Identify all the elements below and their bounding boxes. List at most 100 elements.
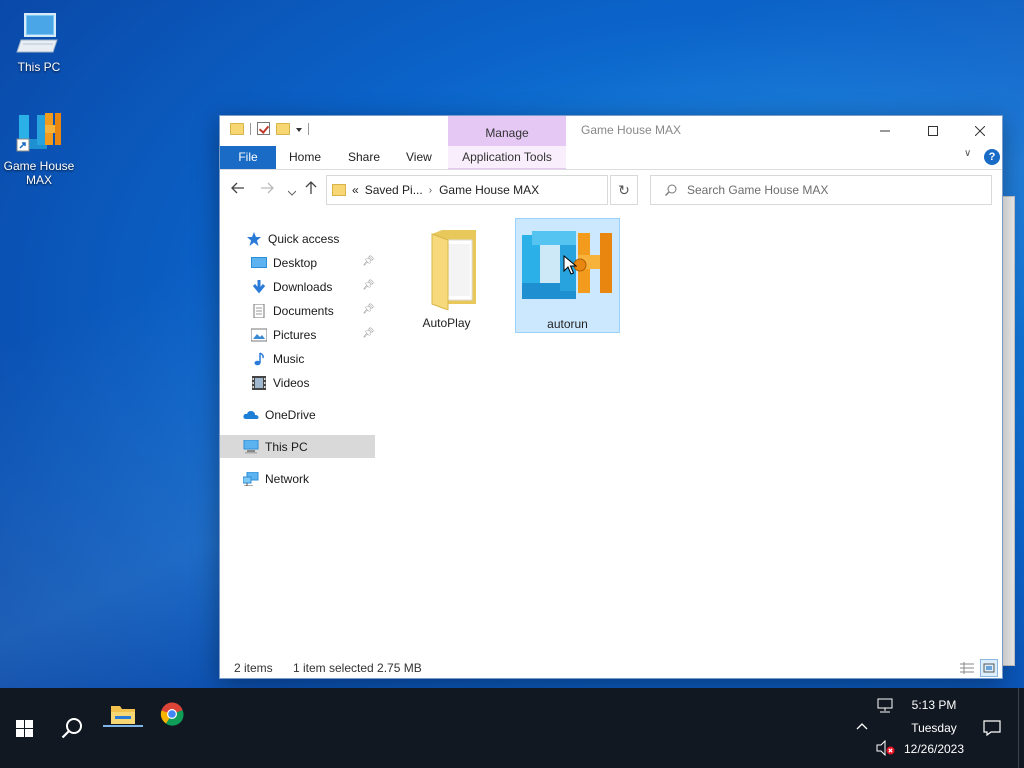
- quick-access-toolbar: [230, 122, 309, 135]
- help-button[interactable]: ?: [984, 149, 1000, 165]
- taskbar-file-explorer[interactable]: [100, 674, 146, 754]
- nav-pictures[interactable]: Pictures 📌︎: [220, 323, 376, 346]
- forward-button[interactable]: [260, 181, 274, 197]
- nav-label: Network: [265, 471, 310, 486]
- show-desktop-button[interactable]: [1018, 688, 1019, 768]
- divider: [250, 122, 251, 135]
- nav-label: This PC: [265, 439, 308, 454]
- clock-day[interactable]: Tuesday: [898, 721, 970, 735]
- network-status-button[interactable]: [876, 698, 894, 717]
- arrow-left-icon: [231, 182, 244, 194]
- address-bar[interactable]: « Saved Pi... › Game House MAX: [326, 175, 702, 205]
- nav-documents[interactable]: Documents 📌︎: [220, 299, 376, 322]
- tab-view[interactable]: View: [406, 150, 432, 164]
- arrow-up-icon: [305, 181, 317, 194]
- nav-label: Music: [273, 351, 305, 366]
- maximize-button[interactable]: [910, 116, 956, 145]
- star-icon: [247, 231, 261, 246]
- nav-quick-access[interactable]: Quick access: [220, 227, 376, 250]
- network-icon: [243, 471, 259, 486]
- file-item-label: AutoPlay: [422, 316, 471, 330]
- up-button[interactable]: [305, 181, 317, 198]
- nav-music[interactable]: Music: [220, 347, 376, 370]
- active-app-indicator: [103, 725, 143, 727]
- tab-application-tools[interactable]: Application Tools: [448, 146, 566, 169]
- nav-label: Pictures: [273, 327, 317, 342]
- back-button[interactable]: [231, 181, 245, 197]
- pin-icon: 📌︎: [362, 304, 375, 315]
- nav-label: OneDrive: [265, 407, 316, 422]
- details-view-button[interactable]: [958, 659, 976, 677]
- clock-date[interactable]: 12/26/2023: [898, 742, 970, 756]
- cursor-icon: [563, 255, 577, 275]
- videos-icon: [252, 375, 266, 390]
- navigation-pane: Quick access Desktop 📌︎ Downloads 📌︎ Doc…: [220, 226, 376, 656]
- background-window-edge: [1003, 196, 1015, 666]
- computer-icon: [15, 10, 63, 58]
- ribbon-tabs: File Home Share View Application Tools ∨…: [220, 146, 1002, 169]
- properties-icon[interactable]: [257, 122, 270, 135]
- pin-icon: 📌︎: [362, 280, 375, 291]
- search-input[interactable]: [687, 183, 977, 197]
- search-icon: [665, 184, 677, 196]
- pin-icon: 📌︎: [362, 328, 375, 339]
- large-icons-view-button[interactable]: [980, 659, 998, 677]
- breadcrumb-segment[interactable]: Game House MAX: [439, 183, 539, 197]
- app-shortcut-icon: [15, 109, 63, 157]
- recent-locations-button[interactable]: [287, 183, 297, 199]
- taskbar-search-button[interactable]: [48, 688, 96, 768]
- status-item-count: 2 items: [234, 661, 273, 675]
- nav-downloads[interactable]: Downloads 📌︎: [220, 275, 376, 298]
- nav-label: Quick access: [268, 231, 340, 246]
- folder-icon: [431, 230, 476, 310]
- folder-icon: [332, 184, 346, 196]
- expand-ribbon-icon[interactable]: ∨: [964, 148, 971, 159]
- start-icon: [15, 719, 33, 737]
- chevron-right-icon[interactable]: ›: [429, 185, 432, 196]
- nav-videos[interactable]: Videos: [220, 371, 376, 394]
- close-button[interactable]: [957, 116, 1003, 145]
- breadcrumb-segment[interactable]: Saved Pi...: [365, 183, 423, 197]
- large-icons-view-icon: [983, 663, 995, 673]
- new-folder-icon[interactable]: [276, 122, 290, 135]
- tab-file[interactable]: File: [220, 146, 276, 169]
- nav-label: Documents: [273, 303, 334, 318]
- address-overflow[interactable]: «: [352, 183, 359, 197]
- desktop-icon-this-pc[interactable]: This PC: [1, 10, 77, 74]
- tab-home[interactable]: Home: [289, 150, 321, 164]
- title-bar[interactable]: Manage Game House MAX: [220, 116, 1003, 169]
- file-item-autoplay[interactable]: AutoPlay: [394, 218, 499, 333]
- divider: [220, 169, 1002, 170]
- documents-icon: [253, 303, 265, 318]
- search-box[interactable]: [650, 175, 992, 205]
- nav-desktop[interactable]: Desktop 📌︎: [220, 251, 376, 274]
- manage-label: Manage: [485, 126, 529, 140]
- nav-label: Downloads: [273, 279, 333, 294]
- customize-toolbar-icon[interactable]: [296, 127, 302, 132]
- show-hidden-icons-button[interactable]: [850, 686, 874, 766]
- start-button[interactable]: [0, 688, 48, 768]
- tab-share[interactable]: Share: [348, 150, 380, 164]
- file-explorer-window[interactable]: Manage Game House MAX File Home Share Vi…: [219, 115, 1003, 679]
- nav-label: Desktop: [273, 255, 318, 270]
- volume-button[interactable]: [876, 739, 896, 759]
- file-explorer-icon: [111, 706, 135, 724]
- music-icon: [254, 351, 264, 365]
- taskbar-chrome[interactable]: [150, 674, 194, 754]
- nav-this-pc[interactable]: This PC: [220, 435, 375, 458]
- taskbar: 5:13 PM Tuesday 12/26/2023: [0, 688, 1024, 768]
- clock-time[interactable]: 5:13 PM: [898, 698, 970, 712]
- nav-network[interactable]: Network: [220, 467, 376, 490]
- action-center-button[interactable]: [978, 688, 1006, 768]
- file-item-autorun[interactable]: autorun: [515, 218, 620, 333]
- volume-muted-icon: [876, 739, 895, 757]
- network-icon: [877, 698, 893, 713]
- minimize-icon: [880, 130, 890, 131]
- refresh-button[interactable]: ↻: [610, 175, 638, 205]
- desktop-icon-game-house-max[interactable]: Game House MAX: [1, 109, 77, 187]
- minimize-button[interactable]: [862, 116, 908, 145]
- arrow-right-icon: [261, 182, 274, 194]
- downloads-icon: [252, 279, 266, 293]
- nav-onedrive[interactable]: OneDrive: [220, 403, 376, 426]
- cloud-icon: [243, 410, 259, 419]
